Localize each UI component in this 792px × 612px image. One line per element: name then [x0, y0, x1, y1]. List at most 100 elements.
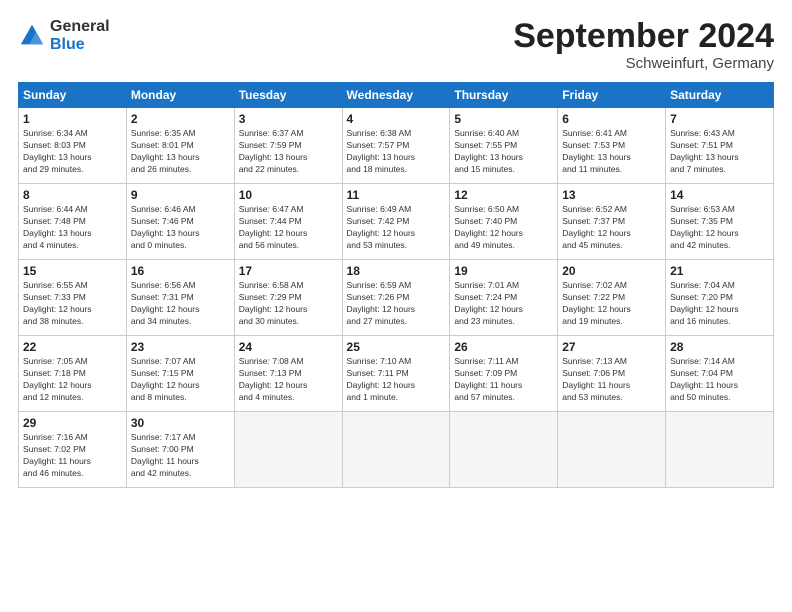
- table-row: 3Sunrise: 6:37 AM Sunset: 7:59 PM Daylig…: [234, 108, 342, 184]
- logo-blue-text: Blue: [50, 36, 110, 54]
- col-thursday: Thursday: [450, 83, 558, 108]
- table-row: 9 Sunrise: 6:46 AM Sunset: 7:46 PM Daylig…: [126, 184, 234, 260]
- day-info: Sunrise: 7:16 AM Sunset: 7:02 PM Dayligh…: [23, 432, 122, 480]
- table-row: 13 Sunrise: 6:52 AM Sunset: 7:37 PM Dayli…: [558, 184, 666, 260]
- day-info: Sunrise: 6:56 AM Sunset: 7:31 PM Dayligh…: [131, 280, 230, 328]
- day-number: 13: [562, 188, 661, 202]
- day-number: 9: [131, 188, 230, 202]
- day-number: 3: [239, 112, 338, 126]
- day-number: 18: [347, 264, 446, 278]
- logo-text: General Blue: [50, 18, 110, 53]
- day-number: 16: [131, 264, 230, 278]
- day-info: Sunrise: 7:07 AM Sunset: 7:15 PM Dayligh…: [131, 356, 230, 404]
- day-info: Sunrise: 6:34 AM Sunset: 8:03 PM Dayligh…: [23, 128, 122, 176]
- col-wednesday: Wednesday: [342, 83, 450, 108]
- day-number: 30: [131, 416, 230, 430]
- day-number: 7: [670, 112, 769, 126]
- col-tuesday: Tuesday: [234, 83, 342, 108]
- table-row: 23 Sunrise: 7:07 AM Sunset: 7:15 PM Dayli…: [126, 336, 234, 412]
- day-info: Sunrise: 6:55 AM Sunset: 7:33 PM Dayligh…: [23, 280, 122, 328]
- day-info: Sunrise: 6:38 AM Sunset: 7:57 PM Dayligh…: [347, 128, 446, 176]
- day-info: Sunrise: 6:50 AM Sunset: 7:40 PM Dayligh…: [454, 204, 553, 252]
- calendar-week-row: 1 Sunrise: 6:34 AM Sunset: 8:03 PM Daylig…: [19, 108, 774, 184]
- location-subtitle: Schweinfurt, Germany: [513, 55, 774, 72]
- day-number: 29: [23, 416, 122, 430]
- table-row: 10 Sunrise: 6:47 AM Sunset: 7:44 PM Dayli…: [234, 184, 342, 260]
- day-number: 23: [131, 340, 230, 354]
- table-row: 30Sunrise: 7:17 AM Sunset: 7:00 PM Dayli…: [126, 412, 234, 488]
- page: General Blue September 2024 Schweinfurt,…: [0, 0, 792, 612]
- day-number: 21: [670, 264, 769, 278]
- table-row: 28Sunrise: 7:14 AM Sunset: 7:04 PM Dayli…: [666, 336, 774, 412]
- day-number: 14: [670, 188, 769, 202]
- table-row: 18Sunrise: 6:59 AM Sunset: 7:26 PM Dayli…: [342, 260, 450, 336]
- day-info: Sunrise: 7:05 AM Sunset: 7:18 PM Dayligh…: [23, 356, 122, 404]
- day-number: 6: [562, 112, 661, 126]
- day-number: 25: [347, 340, 446, 354]
- table-row: [342, 412, 450, 488]
- calendar: Sunday Monday Tuesday Wednesday Thursday…: [18, 82, 774, 488]
- day-number: 15: [23, 264, 122, 278]
- day-number: 28: [670, 340, 769, 354]
- day-number: 24: [239, 340, 338, 354]
- table-row: 29 Sunrise: 7:16 AM Sunset: 7:02 PM Dayli…: [19, 412, 127, 488]
- table-row: 22 Sunrise: 7:05 AM Sunset: 7:18 PM Dayli…: [19, 336, 127, 412]
- day-number: 8: [23, 188, 122, 202]
- table-row: 26 Sunrise: 7:11 AM Sunset: 7:09 PM Dayli…: [450, 336, 558, 412]
- table-row: 12 Sunrise: 6:50 AM Sunset: 7:40 PM Dayli…: [450, 184, 558, 260]
- day-info: Sunrise: 7:04 AM Sunset: 7:20 PM Dayligh…: [670, 280, 769, 328]
- day-info: Sunrise: 7:08 AM Sunset: 7:13 PM Dayligh…: [239, 356, 338, 404]
- day-number: 1: [23, 112, 122, 126]
- day-info: Sunrise: 7:13 AM Sunset: 7:06 PM Dayligh…: [562, 356, 661, 404]
- day-number: 20: [562, 264, 661, 278]
- table-row: 19Sunrise: 7:01 AM Sunset: 7:24 PM Dayli…: [450, 260, 558, 336]
- calendar-header-row: Sunday Monday Tuesday Wednesday Thursday…: [19, 83, 774, 108]
- logo: General Blue: [18, 18, 110, 53]
- header: General Blue September 2024 Schweinfurt,…: [18, 18, 774, 72]
- day-number: 17: [239, 264, 338, 278]
- day-info: Sunrise: 7:01 AM Sunset: 7:24 PM Dayligh…: [454, 280, 553, 328]
- table-row: [234, 412, 342, 488]
- table-row: 5Sunrise: 6:40 AM Sunset: 7:55 PM Daylig…: [450, 108, 558, 184]
- table-row: 1 Sunrise: 6:34 AM Sunset: 8:03 PM Daylig…: [19, 108, 127, 184]
- col-monday: Monday: [126, 83, 234, 108]
- col-saturday: Saturday: [666, 83, 774, 108]
- day-number: 12: [454, 188, 553, 202]
- day-info: Sunrise: 6:47 AM Sunset: 7:44 PM Dayligh…: [239, 204, 338, 252]
- day-info: Sunrise: 6:41 AM Sunset: 7:53 PM Dayligh…: [562, 128, 661, 176]
- day-info: Sunrise: 7:10 AM Sunset: 7:11 PM Dayligh…: [347, 356, 446, 404]
- table-row: 15 Sunrise: 6:55 AM Sunset: 7:33 PM Dayli…: [19, 260, 127, 336]
- calendar-week-row: 29 Sunrise: 7:16 AM Sunset: 7:02 PM Dayli…: [19, 412, 774, 488]
- day-info: Sunrise: 6:52 AM Sunset: 7:37 PM Dayligh…: [562, 204, 661, 252]
- table-row: [450, 412, 558, 488]
- table-row: [558, 412, 666, 488]
- table-row: 11 Sunrise: 6:49 AM Sunset: 7:42 PM Dayli…: [342, 184, 450, 260]
- table-row: 16 Sunrise: 6:56 AM Sunset: 7:31 PM Dayli…: [126, 260, 234, 336]
- table-row: 7Sunrise: 6:43 AM Sunset: 7:51 PM Daylig…: [666, 108, 774, 184]
- day-info: Sunrise: 7:11 AM Sunset: 7:09 PM Dayligh…: [454, 356, 553, 404]
- day-number: 4: [347, 112, 446, 126]
- day-number: 22: [23, 340, 122, 354]
- day-number: 26: [454, 340, 553, 354]
- table-row: 2Sunrise: 6:35 AM Sunset: 8:01 PM Daylig…: [126, 108, 234, 184]
- table-row: 4 Sunrise: 6:38 AM Sunset: 7:57 PM Daylig…: [342, 108, 450, 184]
- month-title: September 2024: [513, 18, 774, 55]
- day-info: Sunrise: 7:02 AM Sunset: 7:22 PM Dayligh…: [562, 280, 661, 328]
- day-info: Sunrise: 6:46 AM Sunset: 7:46 PM Dayligh…: [131, 204, 230, 252]
- table-row: 27 Sunrise: 7:13 AM Sunset: 7:06 PM Dayli…: [558, 336, 666, 412]
- day-number: 5: [454, 112, 553, 126]
- table-row: 17Sunrise: 6:58 AM Sunset: 7:29 PM Dayli…: [234, 260, 342, 336]
- day-info: Sunrise: 6:53 AM Sunset: 7:35 PM Dayligh…: [670, 204, 769, 252]
- logo-general-text: General: [50, 18, 110, 36]
- calendar-week-row: 8 Sunrise: 6:44 AM Sunset: 7:48 PM Daylig…: [19, 184, 774, 260]
- logo-icon: [18, 22, 46, 50]
- day-number: 27: [562, 340, 661, 354]
- day-info: Sunrise: 6:35 AM Sunset: 8:01 PM Dayligh…: [131, 128, 230, 176]
- day-number: 11: [347, 188, 446, 202]
- calendar-week-row: 15 Sunrise: 6:55 AM Sunset: 7:33 PM Dayli…: [19, 260, 774, 336]
- day-info: Sunrise: 6:44 AM Sunset: 7:48 PM Dayligh…: [23, 204, 122, 252]
- day-number: 10: [239, 188, 338, 202]
- day-info: Sunrise: 6:49 AM Sunset: 7:42 PM Dayligh…: [347, 204, 446, 252]
- col-sunday: Sunday: [19, 83, 127, 108]
- table-row: [666, 412, 774, 488]
